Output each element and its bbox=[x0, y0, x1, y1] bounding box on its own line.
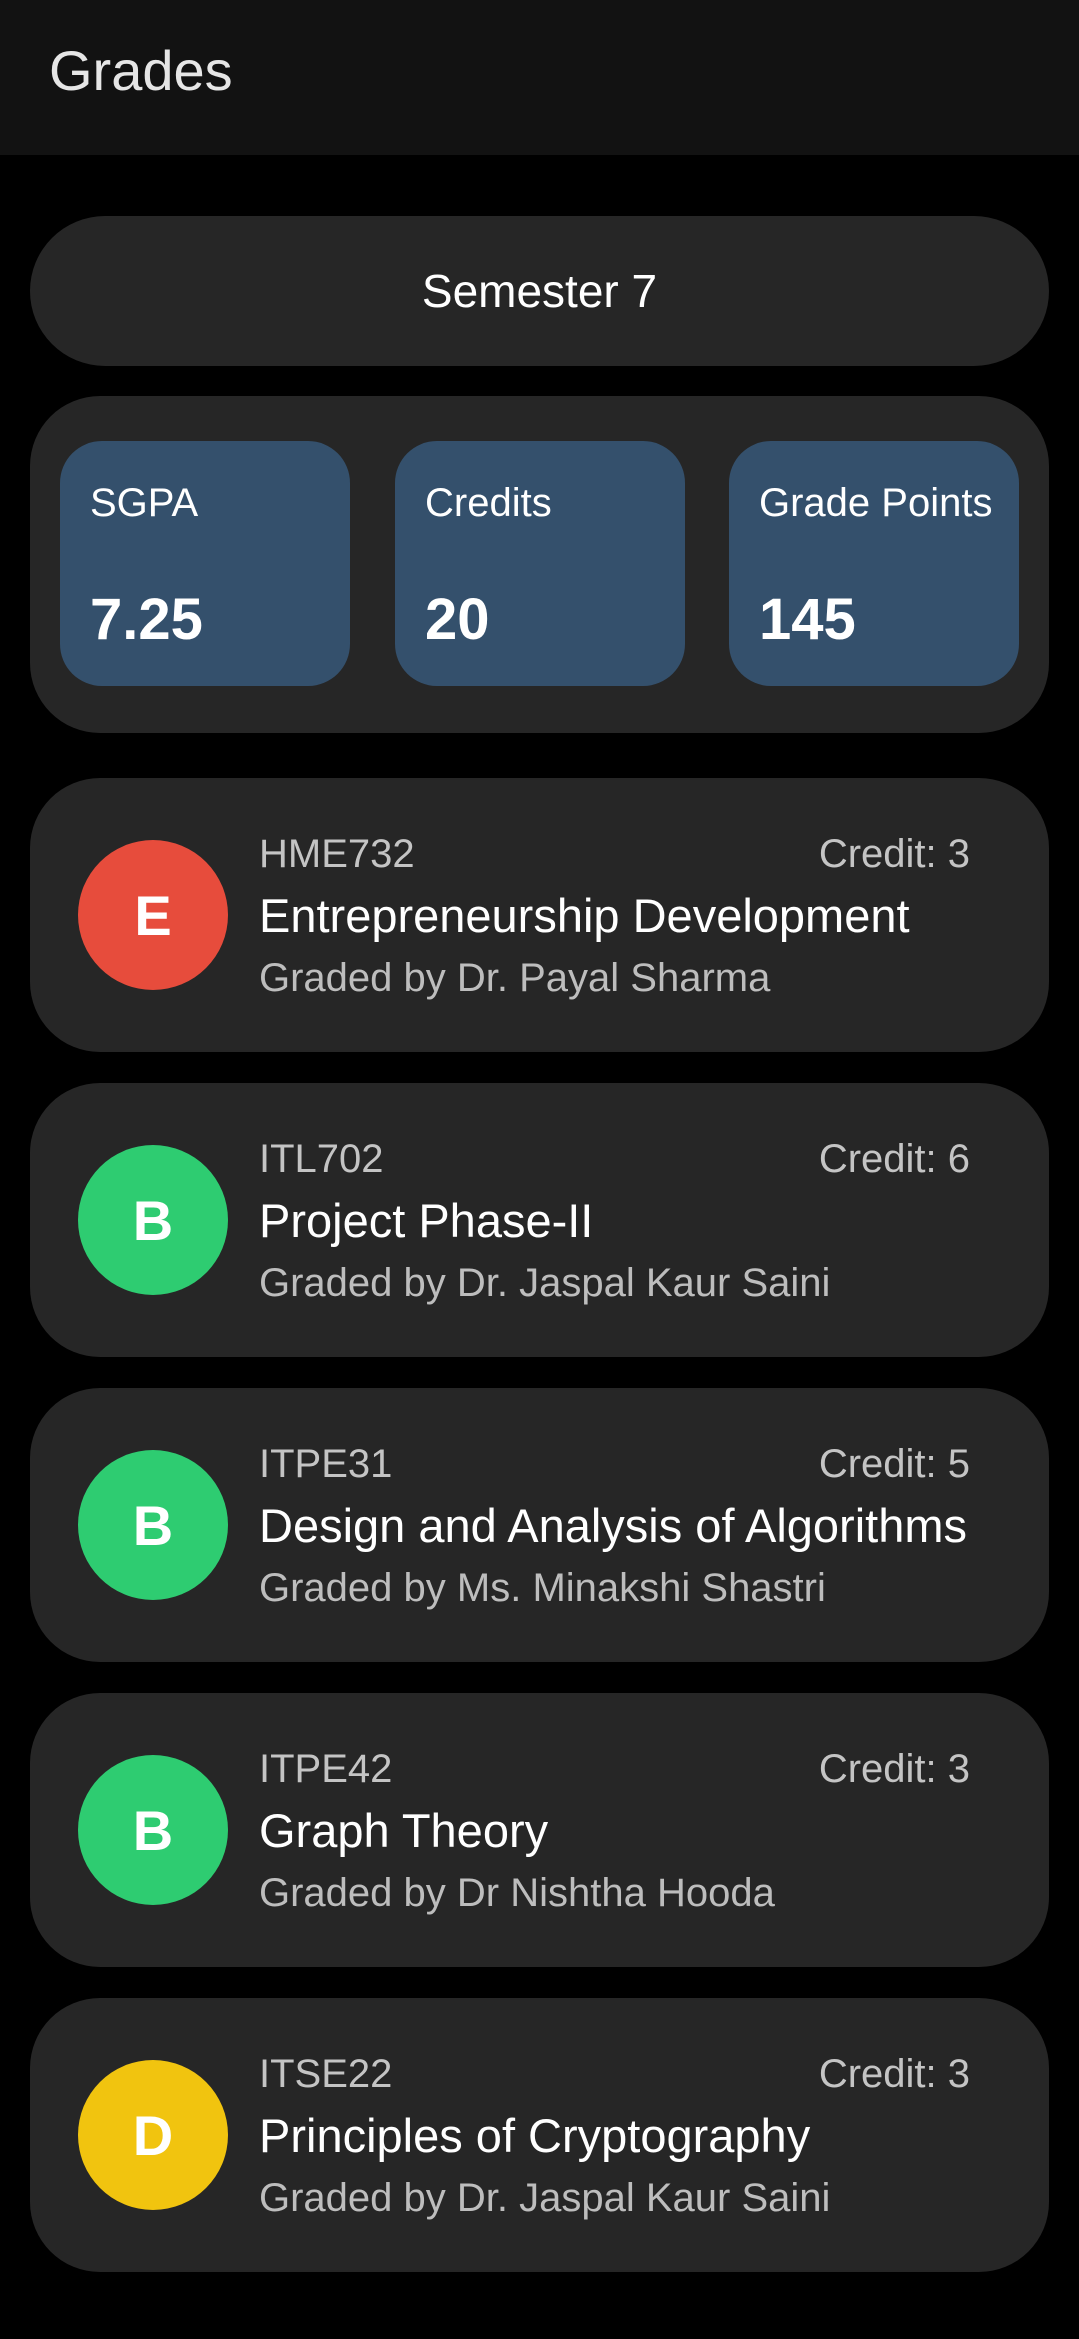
course-card[interactable]: D ITSE22 Credit: 3 Principles of Cryptog… bbox=[30, 1998, 1049, 2272]
course-card[interactable]: B ITPE31 Credit: 5 Design and Analysis o… bbox=[30, 1388, 1049, 1662]
grade-points-label: Grade Points bbox=[759, 481, 993, 525]
course-grader: Graded by Ms. Minakshi Shastri bbox=[259, 1566, 826, 1610]
course-card[interactable]: B ITPE42 Credit: 3 Graph Theory Graded b… bbox=[30, 1693, 1049, 1967]
course-grader: Graded by Dr Nishtha Hooda bbox=[259, 1871, 775, 1915]
course-card[interactable]: B ITL702 Credit: 6 Project Phase-II Grad… bbox=[30, 1083, 1049, 1357]
course-card[interactable]: E HME732 Credit: 3 Entrepreneurship Deve… bbox=[30, 778, 1049, 1052]
sgpa-value: 7.25 bbox=[90, 587, 203, 652]
course-grader: Graded by Dr. Jaspal Kaur Saini bbox=[259, 2176, 831, 2220]
summary-panel: SGPA 7.25 Credits 20 Grade Points 145 bbox=[30, 396, 1049, 733]
credits-card: Credits 20 bbox=[395, 441, 685, 686]
course-credit: Credit: 6 bbox=[818, 1137, 970, 1181]
app-bar: Grades bbox=[0, 0, 1079, 155]
course-grader: Graded by Dr. Payal Sharma bbox=[259, 956, 771, 1000]
grade-points-value: 145 bbox=[759, 587, 856, 652]
course-grader: Graded by Dr. Jaspal Kaur Saini bbox=[259, 1261, 831, 1305]
course-code: ITL702 bbox=[259, 1137, 384, 1181]
course-name: Entrepreneurship Development bbox=[259, 889, 910, 942]
credits-value: 20 bbox=[425, 587, 490, 652]
grade-badge: B bbox=[78, 1145, 228, 1295]
sgpa-card: SGPA 7.25 bbox=[60, 441, 350, 686]
course-code: HME732 bbox=[259, 832, 415, 876]
course-name: Graph Theory bbox=[259, 1804, 549, 1857]
course-name: Principles of Cryptography bbox=[259, 2109, 811, 2162]
grade-badge: D bbox=[78, 2060, 228, 2210]
course-credit: Credit: 3 bbox=[818, 832, 970, 876]
grade-badge: B bbox=[78, 1450, 228, 1600]
sgpa-label: SGPA bbox=[90, 481, 199, 525]
course-credit: Credit: 5 bbox=[818, 1442, 970, 1486]
semester-selector[interactable]: Semester 7 bbox=[30, 216, 1049, 366]
grade-badge: E bbox=[78, 840, 228, 990]
grade-badge: B bbox=[78, 1755, 228, 1905]
course-code: ITPE42 bbox=[259, 1747, 393, 1791]
credits-label: Credits bbox=[425, 481, 552, 525]
page-title: Grades bbox=[49, 39, 233, 102]
course-credit: Credit: 3 bbox=[818, 1747, 970, 1791]
course-name: Project Phase-II bbox=[259, 1194, 594, 1247]
course-name: Design and Analysis of Algorithms bbox=[259, 1499, 967, 1552]
course-credit: Credit: 3 bbox=[818, 2052, 970, 2096]
course-code: ITPE31 bbox=[259, 1442, 393, 1486]
course-code: ITSE22 bbox=[259, 2052, 393, 2096]
grade-points-card: Grade Points 145 bbox=[729, 441, 1019, 686]
